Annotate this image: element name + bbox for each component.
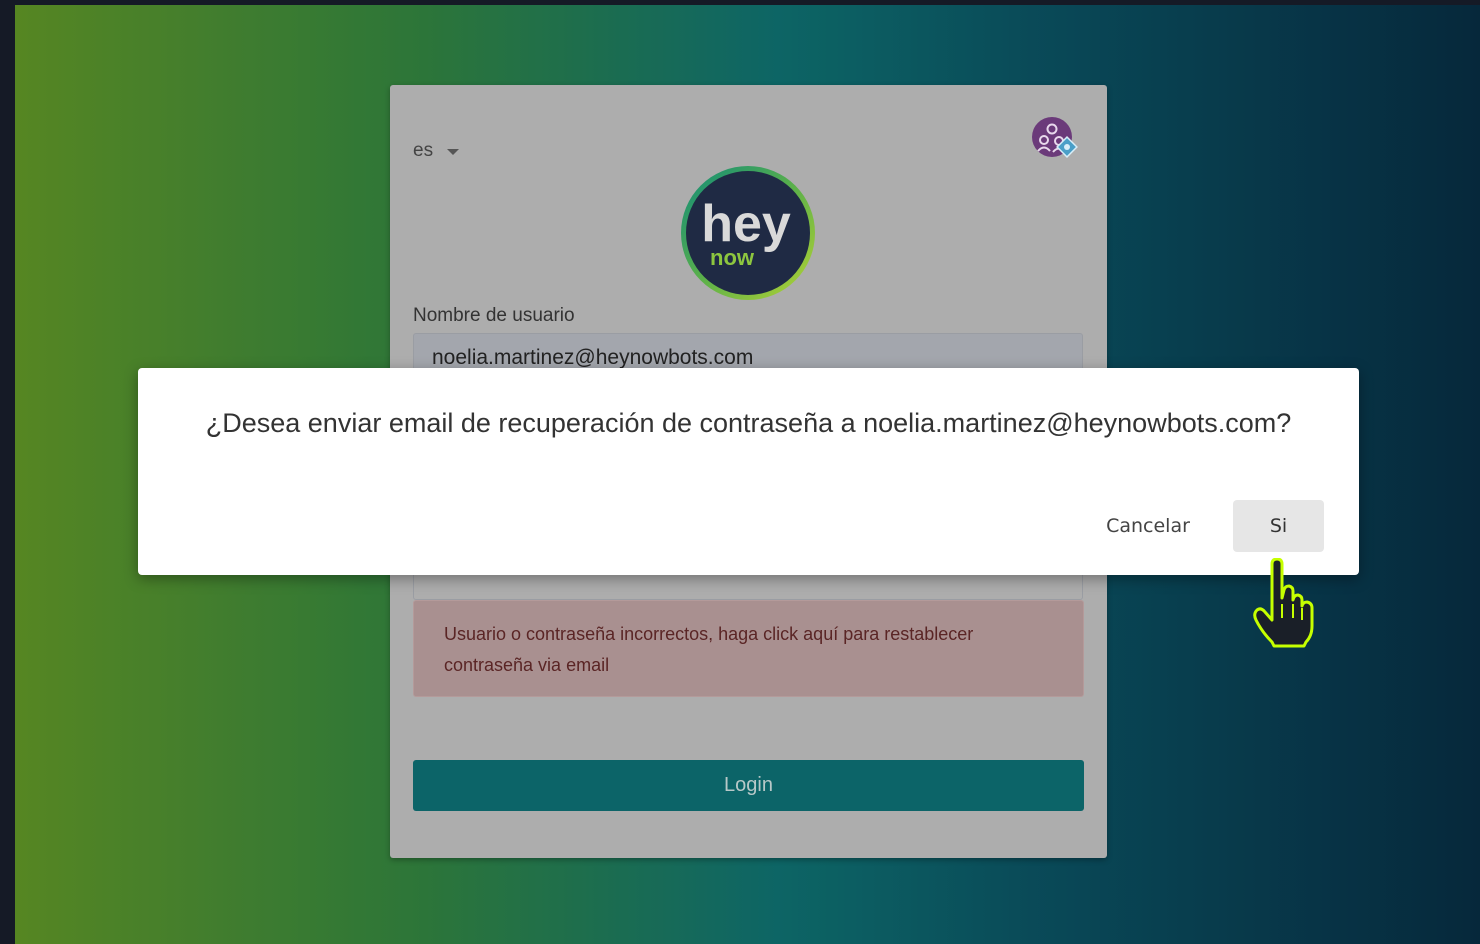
logo-text-now: now [710, 245, 755, 270]
confirm-button[interactable]: Si [1233, 500, 1324, 552]
cancel-button[interactable]: Cancelar [1086, 500, 1210, 552]
login-button[interactable]: Login [413, 760, 1084, 811]
username-label: Nombre de usuario [413, 305, 575, 326]
users-settings-icon[interactable] [1031, 116, 1081, 162]
hand-pointer-icon [1253, 558, 1314, 648]
error-alert[interactable]: Usuario o contraseña incorrectos, haga c… [413, 600, 1084, 697]
language-dropdown[interactable]: es [413, 140, 460, 162]
heynow-logo: hey now [681, 166, 815, 300]
confirm-dialog: ¿Desea enviar email de recuperación de c… [138, 368, 1359, 575]
dialog-message: ¿Desea enviar email de recuperación de c… [205, 408, 1292, 438]
language-value: es [413, 140, 434, 161]
chevron-down-icon [447, 149, 460, 155]
